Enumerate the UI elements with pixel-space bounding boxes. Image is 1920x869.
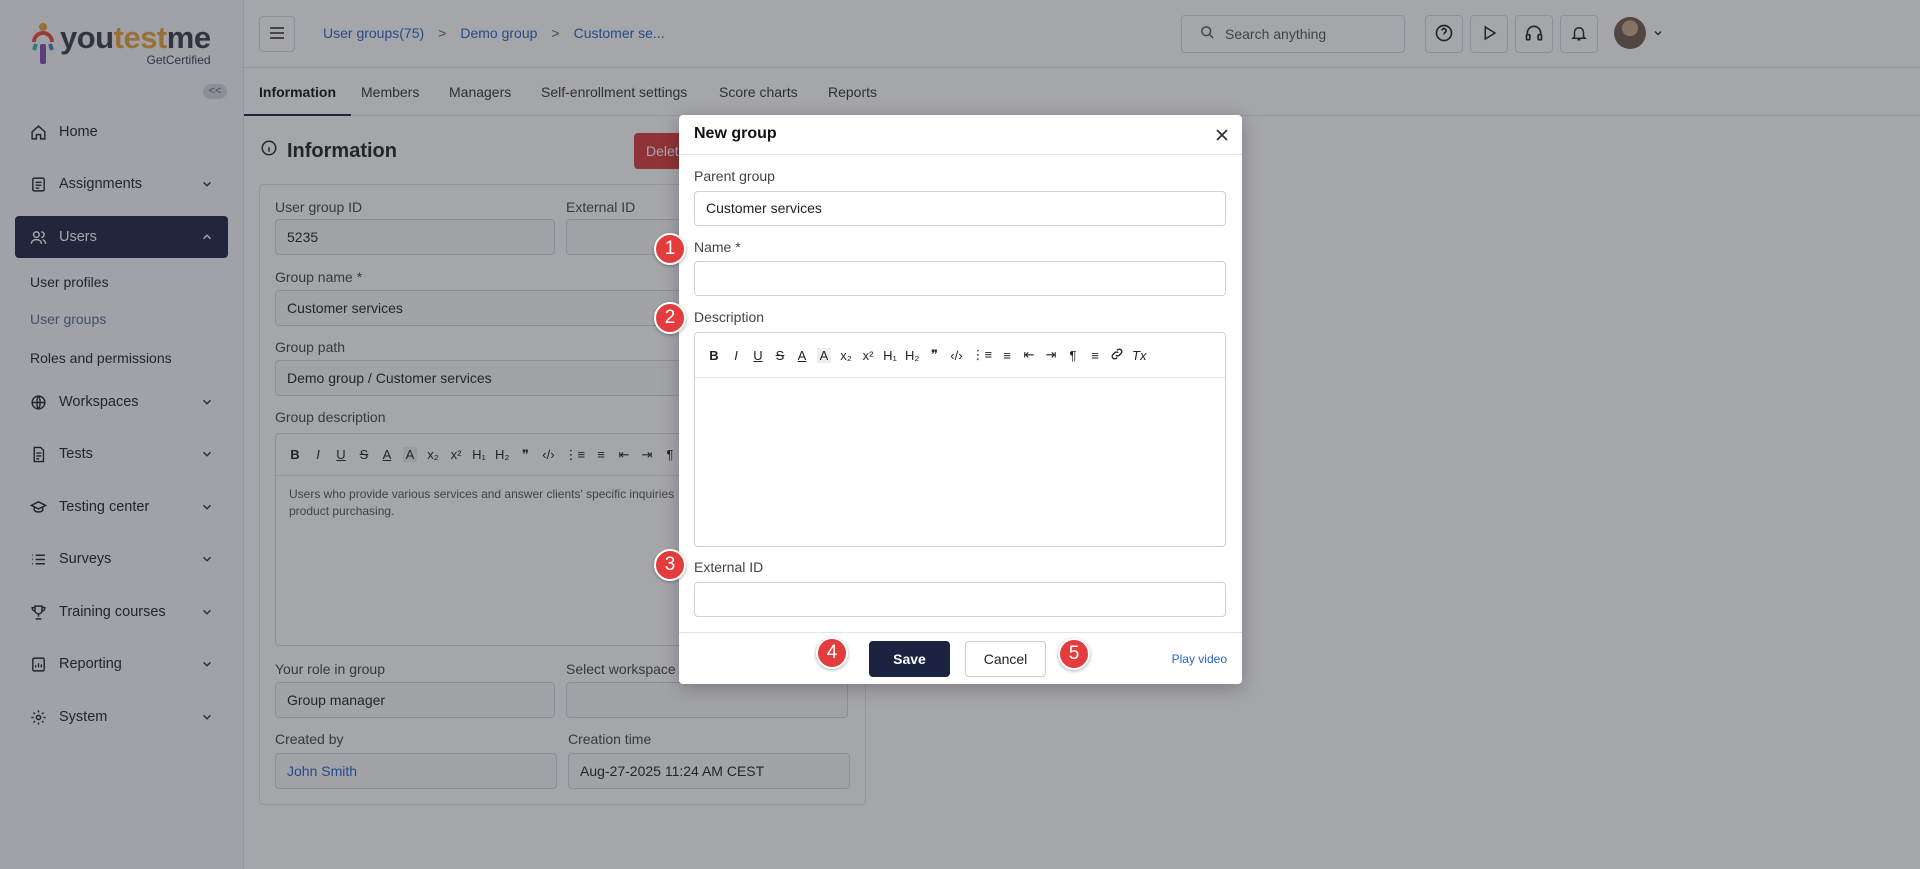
paragraph-direction-icon[interactable]: ¶ — [1066, 348, 1080, 363]
close-icon — [1214, 129, 1230, 146]
dialog-title: New group — [694, 125, 777, 142]
heading1-icon[interactable]: H₁ — [883, 348, 897, 363]
name-input[interactable] — [694, 261, 1226, 296]
highlight-icon[interactable]: A — [817, 347, 831, 363]
parent-group-field[interactable]: Customer services — [694, 191, 1226, 226]
step-marker-2: 2 — [654, 302, 686, 334]
close-button[interactable] — [1214, 127, 1230, 143]
bullet-list-icon[interactable]: ≡ — [1000, 348, 1014, 363]
link-icon[interactable] — [1110, 347, 1124, 364]
save-button[interactable]: Save — [869, 641, 950, 677]
step-marker-4: 4 — [816, 637, 848, 669]
description-editor[interactable]: B I U S A A x₂ x² H₁ H₂ ❞ ‹/› ⋮≡ ≡ ⇤ ⇥ ¶… — [694, 332, 1226, 547]
editor-toolbar: B I U S A A x₂ x² H₁ H₂ ❞ ‹/› ⋮≡ ≡ ⇤ ⇥ ¶… — [695, 333, 1225, 378]
subscript-icon[interactable]: x₂ — [839, 348, 853, 363]
external-id-label: External ID — [694, 559, 764, 575]
strikethrough-icon[interactable]: S — [773, 348, 787, 363]
play-video-link[interactable]: Play video — [1172, 652, 1227, 666]
blockquote-icon[interactable]: ❞ — [927, 347, 941, 363]
new-group-dialog: New group Parent group Customer services… — [679, 115, 1242, 684]
dialog-header: New group — [679, 115, 1242, 155]
superscript-icon[interactable]: x² — [861, 348, 875, 363]
italic-icon[interactable]: I — [729, 348, 743, 363]
cancel-button[interactable]: Cancel — [965, 641, 1046, 677]
external-id-input[interactable] — [694, 582, 1226, 617]
bold-icon[interactable]: B — [707, 348, 721, 363]
description-label: Description — [694, 309, 765, 325]
heading2-icon[interactable]: H₂ — [905, 348, 919, 363]
name-label-text: Name — [694, 239, 732, 255]
outdent-icon[interactable]: ⇤ — [1022, 347, 1036, 363]
step-marker-1: 1 — [654, 233, 686, 265]
step-marker-3: 3 — [654, 549, 686, 581]
required-mark: * — [735, 239, 741, 255]
text-color-icon[interactable]: A — [795, 348, 809, 363]
underline-icon[interactable]: U — [751, 348, 765, 363]
code-icon[interactable]: ‹/› — [949, 348, 963, 363]
clear-format-icon[interactable]: Tx — [1132, 348, 1146, 363]
parent-group-label: Parent group — [694, 168, 775, 184]
dialog-footer: Save Cancel Play video — [679, 632, 1242, 684]
step-marker-5: 5 — [1058, 638, 1090, 670]
name-label: Name * — [694, 239, 741, 255]
align-icon[interactable]: ≡ — [1088, 348, 1102, 363]
ordered-list-icon[interactable]: ⋮≡ — [971, 347, 992, 363]
indent-icon[interactable]: ⇥ — [1044, 347, 1058, 363]
